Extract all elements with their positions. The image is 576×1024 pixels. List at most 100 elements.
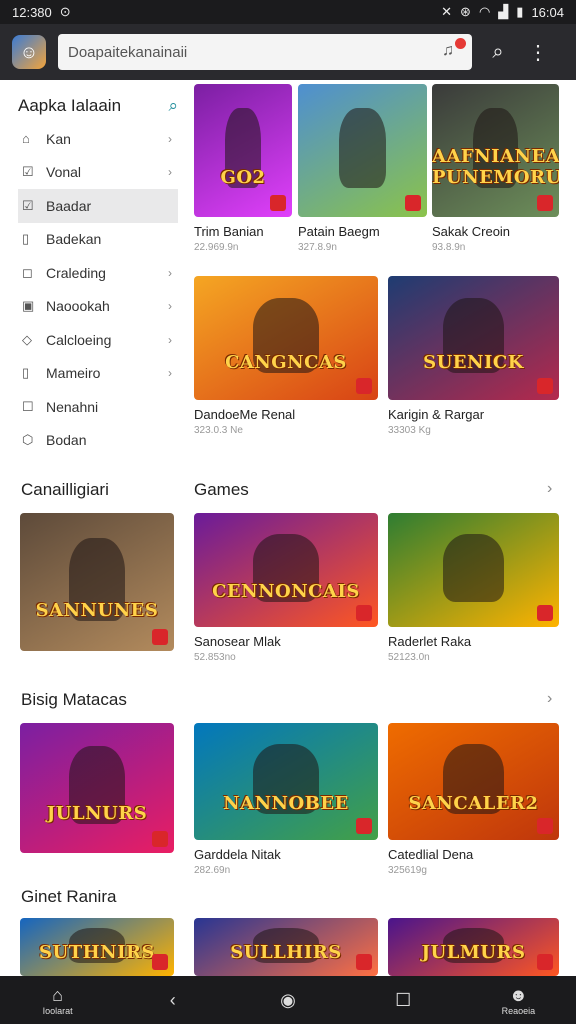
sidebar-item-label: Baadar [46, 197, 92, 214]
game-card[interactable]: SUENICK Karigin & Rargar 33303 Kg [388, 276, 559, 436]
game-thumbnail[interactable] [388, 513, 559, 627]
notification-dot [455, 38, 466, 49]
game-logo-text: NANNOBEE [223, 793, 349, 815]
mute-icon: ✕ [441, 4, 453, 19]
character-figure [339, 107, 386, 188]
badge-icon [152, 954, 168, 970]
game-meta: 325619g [388, 865, 427, 876]
nav-circle[interactable]: ◉ [253, 989, 323, 1011]
app-logo-icon[interactable]: ☺ [12, 35, 46, 69]
game-card[interactable]: SANNUNES [20, 513, 174, 651]
status-clock: 16:04 [531, 4, 564, 20]
wifi-icon: ◠ [478, 4, 491, 19]
game-card[interactable]: AAFNIANEA PUNEMORUA Sakak Creoin 93.8.9n [432, 84, 559, 253]
game-thumbnail[interactable]: CANGNCAS [194, 276, 378, 400]
section-title-games: Games [194, 480, 249, 499]
sidebar-item[interactable]: ☐ Nenahni [18, 390, 178, 424]
game-logo-text: SANCALER2 [408, 793, 539, 815]
badge-icon [356, 818, 372, 834]
search-input[interactable]: Doapaitekanainaii [68, 44, 187, 61]
sidebar-item[interactable]: ▯ Badekan [18, 223, 178, 257]
game-logo-text: JULNURS [46, 803, 148, 825]
game-meta: 323.0.3 Ne [194, 425, 243, 436]
game-card[interactable]: CENNONCAIS Sanosear Mlak 52.853no [194, 513, 378, 663]
game-thumbnail[interactable] [298, 84, 427, 217]
notification-bell-icon[interactable]: ♫ [442, 38, 466, 62]
search-icon[interactable]: ⌕ [484, 41, 512, 64]
game-title: Raderlet Raka [388, 634, 472, 649]
section-title-ginet: Ginet Ranira [21, 887, 117, 906]
game-logo-text: AAFNIANEA PUNEMORUA [432, 145, 559, 188]
nav-back[interactable]: ‹ [138, 989, 208, 1011]
sidebar-item[interactable]: ▯ Mameiro › [18, 357, 178, 391]
game-title: Trim Banian [194, 224, 264, 239]
game-thumbnail[interactable]: JULNURS [20, 723, 174, 853]
nav-label: Reaoeia [501, 1006, 536, 1016]
puzzle-icon: ▣ [22, 298, 35, 314]
square-icon: ☐ [395, 990, 412, 1010]
game-thumbnail[interactable]: NANNOBEE [194, 723, 378, 840]
sidebar-item-label: Nenahni [46, 398, 99, 415]
badge-icon [405, 195, 421, 211]
game-card[interactable]: JULMURS [388, 918, 559, 976]
badge-icon [356, 605, 372, 621]
game-card[interactable]: Patain Baegm 327.8.9n [298, 84, 427, 253]
game-thumbnail[interactable]: CENNONCAIS [194, 513, 378, 627]
sidebar-item-label: Vonal [46, 164, 82, 181]
section-title-bisig: Bisig Matacas [21, 690, 127, 709]
game-card[interactable]: CANGNCAS DandoeMe Renal 323.0.3 Ne [194, 276, 378, 436]
game-title: Patain Baegm [298, 224, 380, 239]
game-card[interactable]: SUTHNIRS [20, 918, 174, 976]
game-logo-text: CANGNCAS [225, 351, 347, 373]
signal-icon: ▟ [498, 4, 509, 19]
nav-home[interactable]: ⌂ Ioolarat [23, 984, 93, 1016]
game-thumbnail[interactable]: GO2 [194, 84, 292, 217]
sidebar-search-icon[interactable]: ⌕ [168, 96, 178, 116]
game-thumbnail[interactable]: SUENICK [388, 276, 559, 400]
game-card[interactable]: SANCALER2 Catedlial Dena 325619g [388, 723, 559, 876]
search-bar[interactable]: Doapaitekanainaii ♫ [58, 34, 472, 70]
sidebar-item-label: Craleding [46, 264, 106, 281]
sidebar-item[interactable]: ▣ Naoookah › [18, 290, 178, 324]
chevron-right-icon: › [168, 265, 172, 280]
game-title: Sakak Creoin [432, 224, 511, 239]
game-thumbnail[interactable]: AAFNIANEA PUNEMORUA [432, 84, 559, 217]
sidebar-item-label: Kan [46, 130, 71, 147]
status-bar: 12:380 ⊙ ✕ ⊛ ◠ ▟ ▮ 16:04 [0, 0, 576, 24]
game-title: Karigin & Rargar [388, 407, 485, 422]
badge-icon [152, 831, 168, 847]
sidebar-item[interactable]: ⬡ Bodan [18, 424, 178, 458]
sidebar-item[interactable]: ☑ Vonal › [18, 156, 178, 190]
game-card[interactable]: GO2 Trim Banian 22.969.9n [194, 84, 292, 253]
bisig-see-all-chevron-icon[interactable]: › [547, 690, 552, 708]
sidebar-item[interactable]: ◇ Calcloeing › [18, 323, 178, 357]
game-thumbnail[interactable]: SANNUNES [20, 513, 174, 651]
game-title: Garddela Nitak [194, 847, 281, 862]
games-see-all-chevron-icon[interactable]: › [547, 480, 552, 498]
sidebar-item[interactable]: ⌂ Kan › [18, 122, 178, 156]
sidebar-item-label: Naoookah [46, 298, 110, 315]
game-card[interactable]: NANNOBEE Garddela Nitak 282.69n [194, 723, 378, 876]
sidebar-item[interactable]: ◻ Craleding › [18, 256, 178, 290]
more-menu-icon[interactable]: ⋮ [524, 40, 552, 65]
game-card[interactable]: JULNURS [20, 723, 174, 853]
bookmark-icon: ▯ [22, 365, 30, 381]
record-icon: ⊙ [59, 4, 71, 19]
check-box-icon: ☑ [22, 197, 34, 213]
game-title: Sanosear Mlak [194, 634, 281, 649]
sidebar-item[interactable]: ☑ Baadar [18, 189, 178, 223]
badge-icon [537, 818, 553, 834]
game-logo-text: SUTHNIRS [39, 942, 155, 964]
badge-icon [270, 195, 286, 211]
game-thumbnail[interactable]: JULMURS [388, 918, 559, 976]
nav-profile[interactable]: ☻ Reaoeia [483, 984, 553, 1016]
chat-icon: ◻ [22, 264, 33, 280]
game-card[interactable]: SULLHIRS [194, 918, 378, 976]
game-thumbnail[interactable]: SULLHIRS [194, 918, 378, 976]
chevron-right-icon: › [168, 165, 172, 180]
game-thumbnail[interactable]: SANCALER2 [388, 723, 559, 840]
nav-square[interactable]: ☐ [368, 989, 438, 1011]
sidebar-header: Aapka Ialaain ⌕ [18, 90, 178, 122]
game-card[interactable]: Raderlet Raka 52123.0n [388, 513, 559, 663]
game-thumbnail[interactable]: SUTHNIRS [20, 918, 174, 976]
